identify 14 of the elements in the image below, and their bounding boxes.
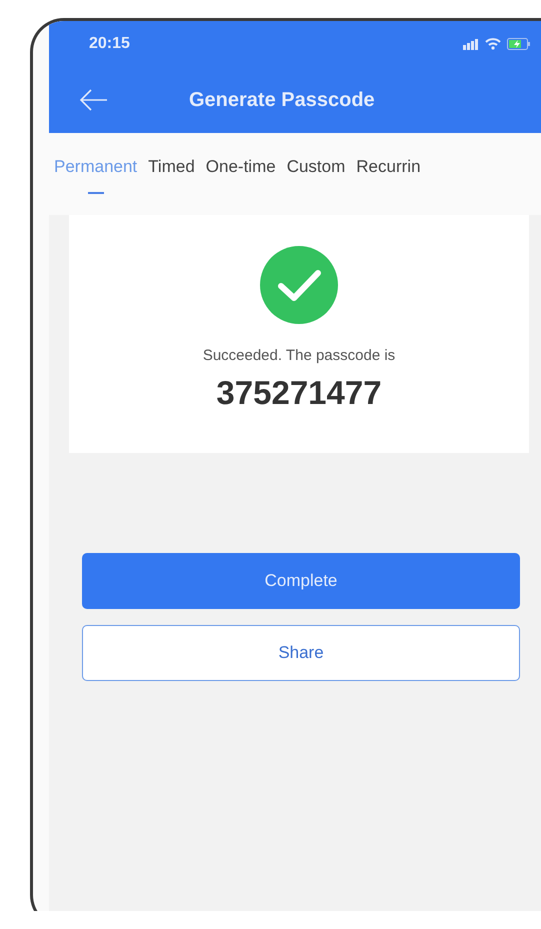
success-check-icon [259,245,339,325]
wifi-icon [485,38,501,50]
tab[interactable]: Custom [286,157,346,199]
battery-icon [507,38,531,50]
tab[interactable]: Recurrin [356,157,421,199]
screen-title: Generate Passcode [189,88,375,112]
status-time: 20:15 [89,35,130,53]
success-message: Succeeded. The passcode is [202,347,396,364]
tab[interactable]: Timed [148,157,195,199]
passcode-value: 375271477 [216,374,382,412]
signal-icon [463,38,479,50]
share-button[interactable]: Share [82,625,520,681]
back-button[interactable] [79,88,109,112]
tab[interactable]: One-time [206,157,276,199]
